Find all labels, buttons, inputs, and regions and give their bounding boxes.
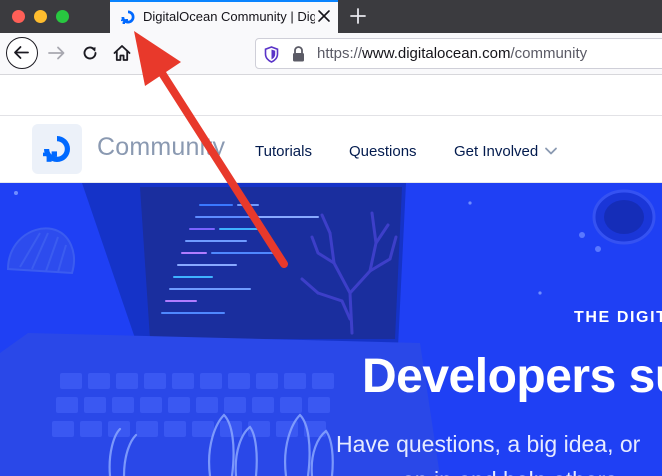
arrow-right-icon[interactable]: [47, 43, 67, 63]
window-zoom-button[interactable]: [56, 10, 69, 23]
digitalocean-favicon-icon: [121, 10, 135, 24]
lock-icon[interactable]: [291, 45, 306, 63]
address-bar[interactable]: https://www.digitalocean.com/community: [255, 38, 662, 69]
shield-icon[interactable]: [264, 46, 279, 63]
hero-section: THE DIGITALOCEAN COMMUNITY Developers su…: [0, 183, 662, 476]
plus-icon[interactable]: [349, 7, 367, 25]
chevron-down-icon[interactable]: [544, 146, 558, 156]
site-header: Community Tutorials Questions Get Involv…: [0, 116, 662, 183]
brand-title[interactable]: Community: [97, 133, 225, 162]
tab-active-indicator: [110, 0, 338, 2]
active-tab[interactable]: DigitalOcean Community | DigitalOcean: [110, 0, 338, 33]
close-icon[interactable]: [316, 8, 332, 24]
url-host: www.digitalocean.com: [362, 45, 511, 62]
window-minimize-button[interactable]: [34, 10, 47, 23]
hero-subhead: Have questions, a big idea, or: [336, 431, 641, 457]
hero-eyebrow: THE DIGITALOCEAN COMMUNITY: [574, 309, 662, 326]
digitalocean-logo-icon: [43, 136, 70, 162]
back-button[interactable]: [6, 37, 38, 69]
home-icon[interactable]: [112, 43, 132, 63]
hero-subhead-line2: on in and help others.: [402, 467, 623, 476]
tab-title: DigitalOcean Community | DigitalOcean: [143, 9, 315, 24]
nav-questions[interactable]: Questions: [349, 143, 417, 160]
window-close-button[interactable]: [12, 10, 25, 23]
browser-toolbar: https://www.digitalocean.com/community: [0, 33, 662, 75]
page-top-strip: [0, 75, 662, 116]
browser-tab-bar: DigitalOcean Community | DigitalOcean: [0, 0, 662, 33]
digitalocean-logo[interactable]: [32, 124, 82, 174]
arrow-left-icon: [14, 46, 29, 59]
nav-tutorials[interactable]: Tutorials: [255, 143, 312, 160]
nav-get-involved[interactable]: Get Involved: [454, 143, 538, 160]
url-scheme: https://: [317, 45, 363, 62]
hero-headline: Developers supporting developers: [362, 350, 662, 403]
reload-icon[interactable]: [80, 43, 100, 63]
url-text[interactable]: https://www.digitalocean.com/community: [317, 45, 587, 62]
url-path: /community: [510, 45, 588, 62]
